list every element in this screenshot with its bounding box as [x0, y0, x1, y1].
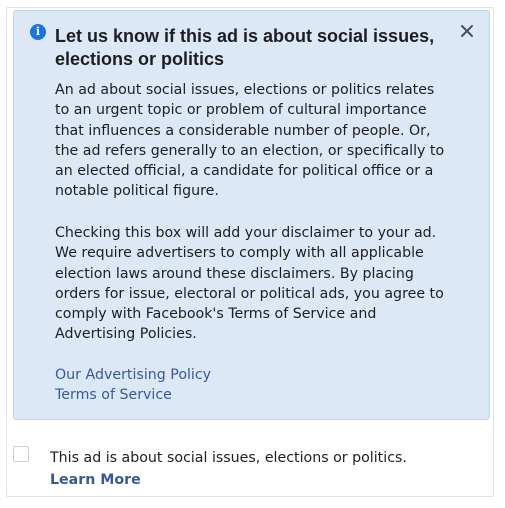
- learn-more-link[interactable]: Learn More: [50, 470, 141, 490]
- social-issues-checkbox[interactable]: [13, 446, 29, 462]
- advertising-policy-link[interactable]: Our Advertising Policy: [55, 365, 211, 385]
- info-icon: i: [30, 24, 46, 40]
- info-notice: [13, 10, 490, 420]
- notice-paragraph-definition: An ad about social issues, elections or …: [55, 82, 445, 200]
- notice-paragraph-disclaimer: Checking this box will add your disclaim…: [55, 225, 444, 343]
- notice-title: Let us know if this ad is about social i…: [55, 26, 435, 69]
- social-issues-checkbox-label[interactable]: This ad is about social issues, election…: [50, 448, 407, 468]
- close-icon: [461, 25, 473, 37]
- terms-of-service-link[interactable]: Terms of Service: [55, 385, 172, 405]
- close-button[interactable]: [456, 20, 478, 42]
